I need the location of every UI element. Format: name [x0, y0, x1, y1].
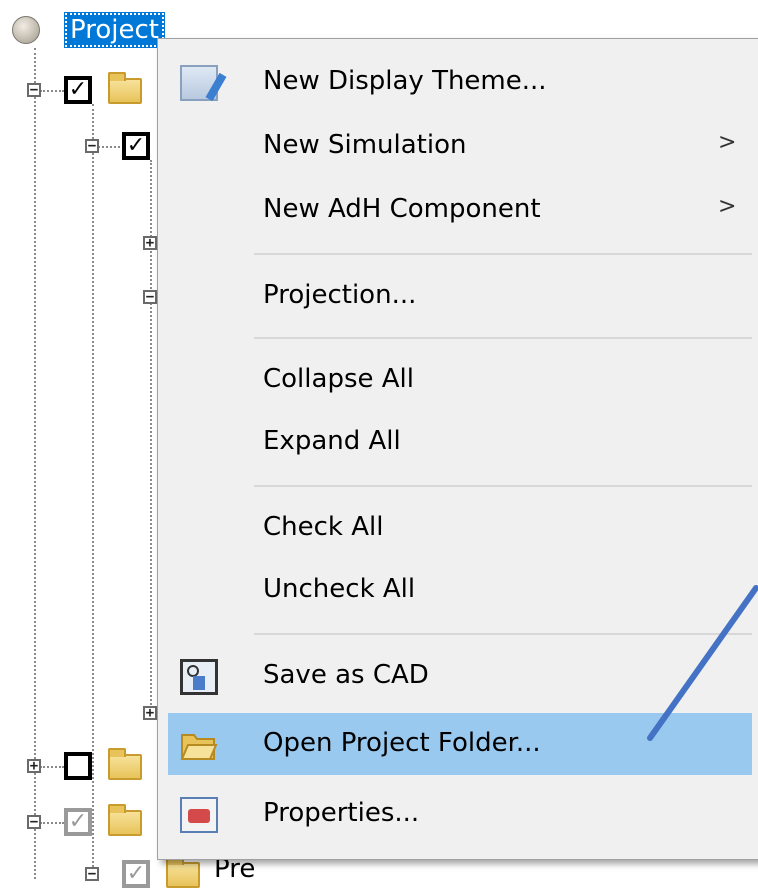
- menu-item-label: Uncheck All: [263, 574, 416, 604]
- tree-connector: [92, 104, 94, 879]
- simulation-folder-icon: [108, 804, 142, 836]
- expand-toggle[interactable]: +: [143, 236, 157, 250]
- context-menu: New Display Theme... New Simulation > Ne…: [157, 38, 758, 860]
- collapse-toggle[interactable]: −: [27, 83, 41, 97]
- menu-separator: [254, 485, 752, 487]
- menu-item-new-adh-component[interactable]: New AdH Component >: [168, 179, 752, 241]
- menu-separator: [254, 253, 752, 255]
- tree-checkbox[interactable]: [64, 752, 92, 780]
- submenu-arrow-icon: >: [718, 130, 737, 155]
- menu-item-uncheck-all[interactable]: Uncheck All: [168, 559, 752, 621]
- menu-item-new-simulation[interactable]: New Simulation >: [168, 115, 752, 177]
- cad-icon: [180, 659, 218, 695]
- project-root-icon: [12, 16, 40, 44]
- folder-icon: [166, 856, 200, 888]
- tree-checkbox[interactable]: ✓: [122, 132, 150, 160]
- menu-separator: [254, 337, 752, 339]
- project-root-label[interactable]: Project: [64, 12, 165, 48]
- display-theme-icon: [180, 65, 218, 101]
- folder-icon: [108, 748, 142, 780]
- tree-checkbox[interactable]: ✓: [122, 860, 150, 888]
- mesh-folder-icon: [108, 72, 142, 104]
- menu-item-open-project-folder[interactable]: Open Project Folder...: [168, 713, 752, 775]
- collapse-toggle[interactable]: −: [85, 139, 99, 153]
- menu-separator: [254, 633, 752, 635]
- tree-connector: [40, 766, 64, 768]
- menu-item-label: Projection...: [263, 280, 417, 310]
- menu-item-save-as-cad[interactable]: Save as CAD: [168, 645, 752, 707]
- menu-item-label: Check All: [263, 512, 384, 542]
- tree-connector: [98, 146, 120, 148]
- menu-item-label: Collapse All: [263, 364, 414, 394]
- menu-item-projection[interactable]: Projection...: [168, 265, 752, 327]
- folder-open-icon: [180, 727, 218, 763]
- menu-item-label: Open Project Folder...: [263, 728, 541, 758]
- expand-toggle[interactable]: +: [27, 759, 41, 773]
- tree-checkbox[interactable]: ✓: [64, 76, 92, 104]
- collapse-toggle[interactable]: −: [143, 290, 157, 304]
- properties-icon: [180, 797, 218, 833]
- menu-item-properties[interactable]: Properties...: [168, 783, 752, 845]
- menu-item-collapse-all[interactable]: Collapse All: [168, 349, 752, 411]
- menu-item-label: Expand All: [263, 426, 401, 456]
- tree-checkbox[interactable]: ✓: [64, 808, 92, 836]
- submenu-arrow-icon: >: [718, 194, 737, 219]
- menu-item-label: New AdH Component: [263, 194, 541, 224]
- menu-item-label: Save as CAD: [263, 660, 429, 690]
- menu-item-new-display-theme[interactable]: New Display Theme...: [168, 51, 752, 113]
- tree-connector: [40, 822, 64, 824]
- tree-connector: [34, 48, 36, 879]
- expand-toggle[interactable]: +: [143, 706, 157, 720]
- tree-connector: [40, 90, 64, 92]
- menu-item-label: Properties...: [263, 798, 420, 828]
- menu-item-label: New Simulation: [263, 130, 467, 160]
- menu-item-expand-all[interactable]: Expand All: [168, 411, 752, 473]
- menu-item-label: New Display Theme...: [263, 66, 547, 96]
- collapse-toggle[interactable]: −: [27, 815, 41, 829]
- menu-item-check-all[interactable]: Check All: [168, 497, 752, 559]
